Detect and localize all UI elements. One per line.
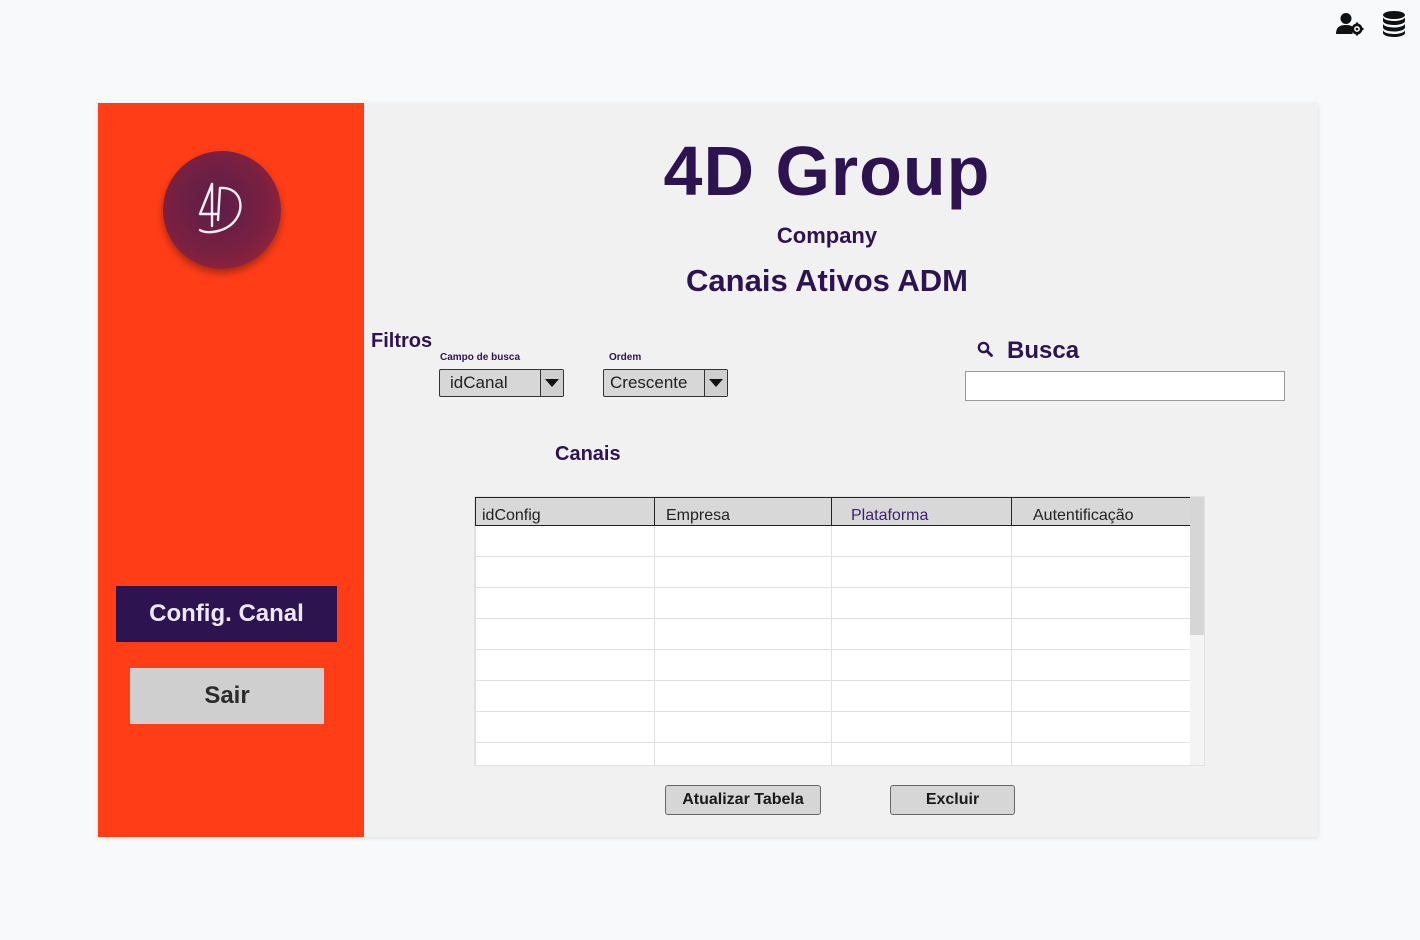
table-cell[interactable]	[475, 618, 655, 650]
table-cell[interactable]	[654, 649, 832, 681]
column-header-empresa[interactable]: Empresa	[654, 497, 832, 526]
search-label-group: Busca	[977, 337, 1079, 365]
table-cell[interactable]	[1011, 525, 1191, 557]
table-cell[interactable]	[831, 587, 1012, 619]
scrollbar-thumb[interactable]	[1190, 497, 1204, 635]
table-cell[interactable]	[1011, 618, 1191, 650]
brand-subtitle: Company	[776, 223, 878, 248]
database-icon[interactable]	[1380, 10, 1408, 38]
excluir-button[interactable]: Excluir	[890, 785, 1015, 815]
ordem-select[interactable]: Crescente	[603, 369, 728, 397]
table-cell[interactable]	[654, 618, 832, 650]
table-cell[interactable]	[831, 680, 1012, 712]
company-logo	[163, 151, 281, 269]
table-row[interactable]	[475, 618, 1191, 650]
campo-busca-select[interactable]: idCanal	[439, 369, 564, 397]
content-area: 4D Group Company Canais Ativos ADM Filtr…	[364, 103, 1318, 837]
table-cell[interactable]	[475, 742, 655, 765]
channels-table[interactable]: idConfig Empresa Plataforma Autentificaç…	[474, 496, 1205, 766]
table-cell[interactable]	[654, 525, 832, 557]
campo-busca-label: Campo de busca	[440, 352, 521, 363]
logo-mark	[198, 182, 242, 234]
table-cell[interactable]	[831, 711, 1012, 743]
table-cell[interactable]	[831, 556, 1012, 588]
table-cell[interactable]	[475, 711, 655, 743]
main-card: Config. Canal Sair 4D Group Company Cana…	[98, 103, 1318, 837]
search-label: Busca	[1007, 337, 1080, 364]
table-cell[interactable]	[475, 649, 655, 681]
table-row[interactable]	[475, 680, 1191, 712]
table-cell[interactable]	[475, 680, 655, 712]
atualizar-tabela-button[interactable]: Atualizar Tabela	[665, 785, 821, 815]
chevron-down-icon[interactable]	[540, 370, 563, 396]
table-row[interactable]	[475, 587, 1191, 619]
table-cell[interactable]	[475, 587, 655, 619]
table-cell[interactable]	[831, 618, 1012, 650]
table-cell[interactable]	[654, 556, 832, 588]
table-cell[interactable]	[1011, 711, 1191, 743]
table-row[interactable]	[475, 649, 1191, 681]
sair-button[interactable]: Sair	[130, 668, 324, 724]
table-cell[interactable]	[1011, 556, 1191, 588]
table-cell[interactable]	[654, 587, 832, 619]
column-header-idconfig[interactable]: idConfig	[475, 497, 655, 526]
column-header-autentificacao[interactable]: Autentificação	[1011, 497, 1191, 526]
search-icon	[977, 341, 993, 362]
table-cell[interactable]	[831, 649, 1012, 681]
sidebar: Config. Canal Sair	[98, 103, 364, 837]
table-header-row: idConfig Empresa Plataforma Autentificaç…	[475, 497, 1191, 526]
table-cell[interactable]	[475, 556, 655, 588]
table-cell[interactable]	[1011, 742, 1191, 765]
table-cell[interactable]	[1011, 680, 1191, 712]
table-cell[interactable]	[654, 742, 832, 765]
table-title: Canais	[555, 443, 621, 465]
table-row[interactable]	[475, 525, 1191, 557]
campo-busca-value: idCanal	[450, 373, 508, 392]
table-cell[interactable]	[831, 742, 1012, 765]
table-cell[interactable]	[654, 680, 832, 712]
table-cell[interactable]	[1011, 649, 1191, 681]
config-canal-button[interactable]: Config. Canal	[116, 586, 337, 642]
brand-title: 4D Group	[663, 132, 991, 210]
page-title: Canais Ativos ADM	[686, 263, 968, 298]
table-row[interactable]	[475, 742, 1191, 765]
table-cell[interactable]	[654, 711, 832, 743]
search-input[interactable]	[965, 371, 1285, 401]
table-cell[interactable]	[831, 525, 1012, 557]
chevron-down-icon[interactable]	[704, 370, 727, 396]
ordem-value: Crescente	[610, 373, 688, 392]
top-toolbar	[1336, 10, 1408, 38]
table-row[interactable]	[475, 556, 1191, 588]
user-settings-icon[interactable]	[1336, 10, 1364, 38]
column-header-plataforma[interactable]: Plataforma	[831, 497, 1012, 526]
ordem-label: Ordem	[609, 352, 642, 363]
filters-label: Filtros	[371, 330, 433, 352]
table-cell[interactable]	[475, 525, 655, 557]
table-cell[interactable]	[1011, 587, 1191, 619]
table-row[interactable]	[475, 711, 1191, 743]
